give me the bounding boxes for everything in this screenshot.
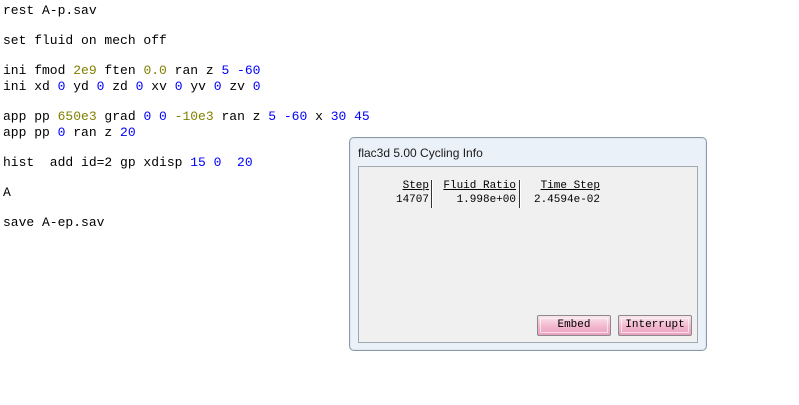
- code-token: app pp: [3, 125, 58, 140]
- code-token: grad: [96, 109, 144, 124]
- column-separator: [519, 180, 521, 208]
- code-token: yd: [65, 79, 97, 94]
- cycling-table: Step 14707 Fluid Ratio 1.998e+00 Time St…: [367, 180, 607, 210]
- embed-button[interactable]: Embed: [537, 315, 611, 336]
- column-value-fluid-ratio: 1.998e+00: [456, 194, 516, 206]
- code-line-ini-xd: ini xd 0 yd 0 zd 0 xv 0 yv 0 zv 0: [3, 79, 261, 95]
- dialog-title: flac3d 5.00 Cycling Info: [358, 146, 483, 160]
- code-token: set fluid on mech off: [3, 33, 167, 48]
- code-line-hist: hist add id=2 gp xdisp 15 0 20: [3, 155, 253, 171]
- code-token: 30 45: [330, 109, 370, 124]
- code-token: zd: [104, 79, 136, 94]
- code-token: 650e3: [57, 109, 97, 124]
- column-fluid-ratio: Fluid Ratio 1.998e+00: [435, 180, 516, 208]
- cycling-info-dialog: flac3d 5.00 Cycling Info Step 14707 Flui…: [349, 137, 707, 351]
- column-value-time-step: 2.4594e-02: [533, 194, 600, 206]
- code-token: 0.0: [143, 63, 167, 78]
- column-header-fluid-ratio: Fluid Ratio: [443, 180, 516, 192]
- code-token: 0: [213, 79, 222, 94]
- code-token: A: [3, 185, 11, 200]
- code-token: save A-ep.sav: [3, 215, 105, 230]
- code-token: 0 0: [143, 109, 167, 124]
- code-token: app pp: [3, 109, 58, 124]
- code-token: zv: [221, 79, 253, 94]
- code-token: hist add id=2 gp xdisp: [3, 155, 191, 170]
- dialog-body: Step 14707 Fluid Ratio 1.998e+00 Time St…: [358, 166, 698, 343]
- embed-button-label: Embed: [557, 319, 591, 331]
- code-line-save: save A-ep.sav: [3, 215, 104, 231]
- code-token: x: [307, 109, 331, 124]
- code-line-a: A: [3, 185, 11, 201]
- code-token: ften: [96, 63, 144, 78]
- code-line-set-fluid: set fluid on mech off: [3, 33, 167, 49]
- column-header-step: Step: [402, 180, 429, 192]
- code-line-app-pp-zero: app pp 0 ran z 20: [3, 125, 136, 141]
- code-line-ini-fmod: ini fmod 2e9 ften 0.0 ran z 5 -60: [3, 63, 260, 79]
- interrupt-button-label: Interrupt: [625, 319, 685, 331]
- script-editor[interactable]: rest A-p.sav set fluid on mech off ini f…: [3, 2, 403, 242]
- code-token: ran z: [213, 109, 269, 124]
- code-token: -10e3: [174, 109, 214, 124]
- column-separator: [431, 180, 433, 208]
- column-header-time-step: Time Step: [540, 180, 600, 192]
- column-step: Step 14707: [367, 180, 429, 208]
- code-token: 20: [120, 125, 136, 140]
- code-line-app-pp-grad: app pp 650e3 grad 0 0 -10e3 ran z 5 -60 …: [3, 109, 370, 125]
- code-token: ran z: [65, 125, 121, 140]
- code-token: ran z: [166, 63, 222, 78]
- code-token: ini xd: [3, 79, 58, 94]
- column-time-step: Time Step 2.4594e-02: [523, 180, 600, 208]
- code-line-rest: rest A-p.sav: [3, 3, 97, 19]
- code-token: yv: [182, 79, 214, 94]
- code-token: xv: [143, 79, 175, 94]
- code-token: 0: [174, 79, 183, 94]
- interrupt-button[interactable]: Interrupt: [618, 315, 692, 336]
- code-token: rest A-p.sav: [3, 3, 97, 18]
- code-token: 5 -60: [221, 63, 261, 78]
- code-token: 5 -60: [268, 109, 308, 124]
- code-token: 0: [252, 79, 261, 94]
- column-value-step: 14707: [395, 194, 429, 206]
- code-token: 15 0 20: [190, 155, 253, 170]
- code-token: ini fmod: [3, 63, 74, 78]
- code-token: 2e9: [73, 63, 97, 78]
